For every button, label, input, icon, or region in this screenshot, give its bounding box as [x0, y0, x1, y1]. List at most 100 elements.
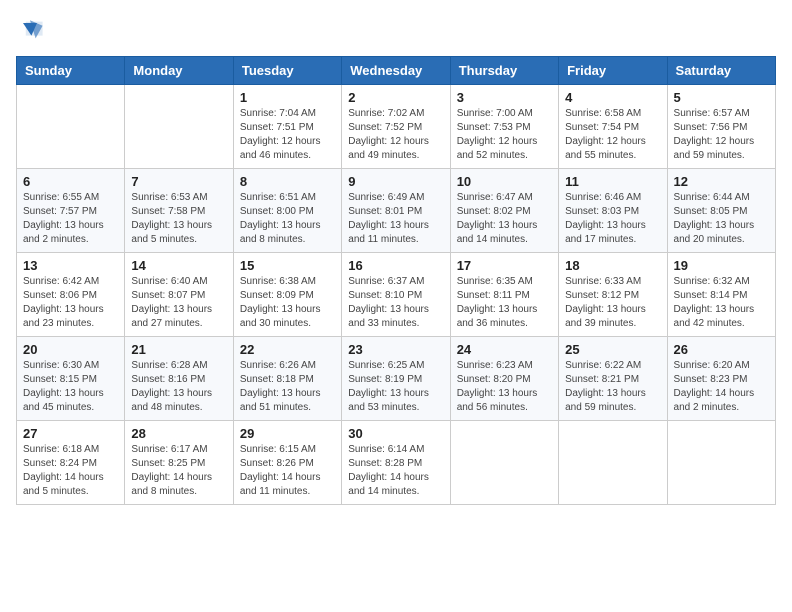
calendar-header-row: SundayMondayTuesdayWednesdayThursdayFrid… — [17, 57, 776, 85]
day-number: 21 — [131, 342, 226, 357]
calendar-cell: 8 Sunrise: 6:51 AM Sunset: 8:00 PM Daylig… — [233, 169, 341, 253]
day-info: Sunrise: 6:28 AM Sunset: 8:16 PM Dayligh… — [131, 359, 226, 415]
calendar-day-header: Friday — [559, 57, 667, 85]
day-info: Sunrise: 6:33 AM Sunset: 8:12 PM Dayligh… — [565, 275, 660, 331]
day-number: 12 — [674, 174, 769, 189]
day-number: 19 — [674, 258, 769, 273]
calendar-cell: 5 Sunrise: 6:57 AM Sunset: 7:56 PM Daylig… — [667, 85, 775, 169]
calendar-cell: 23Sunrise: 6:25 AM Sunset: 8:19 PM Dayli… — [342, 337, 450, 421]
day-number: 22 — [240, 342, 335, 357]
calendar-cell: 29Sunrise: 6:15 AM Sunset: 8:26 PM Dayli… — [233, 421, 341, 505]
day-info: Sunrise: 6:23 AM Sunset: 8:20 PM Dayligh… — [457, 359, 552, 415]
calendar-cell: 24 Sunrise: 6:23 AM Sunset: 8:20 PM Dayli… — [450, 337, 558, 421]
day-number: 28 — [131, 426, 226, 441]
calendar-week-row: 1 Sunrise: 7:04 AM Sunset: 7:51 PM Daylig… — [17, 85, 776, 169]
day-info: Sunrise: 6:40 AM Sunset: 8:07 PM Dayligh… — [131, 275, 226, 331]
calendar-week-row: 20 Sunrise: 6:30 AM Sunset: 8:15 PM Dayli… — [17, 337, 776, 421]
day-info: Sunrise: 7:04 AM Sunset: 7:51 PM Dayligh… — [240, 107, 335, 163]
day-number: 3 — [457, 90, 552, 105]
day-number: 6 — [23, 174, 118, 189]
day-number: 20 — [23, 342, 118, 357]
calendar-cell: 1 Sunrise: 7:04 AM Sunset: 7:51 PM Daylig… — [233, 85, 341, 169]
day-number: 16 — [348, 258, 443, 273]
calendar-week-row: 27 Sunrise: 6:18 AM Sunset: 8:24 PM Dayli… — [17, 421, 776, 505]
calendar-cell: 12 Sunrise: 6:44 AM Sunset: 8:05 PM Dayli… — [667, 169, 775, 253]
calendar-cell: 3 Sunrise: 7:00 AM Sunset: 7:53 PM Daylig… — [450, 85, 558, 169]
calendar-cell — [559, 421, 667, 505]
day-info: Sunrise: 6:18 AM Sunset: 8:24 PM Dayligh… — [23, 443, 118, 499]
page-header — [16, 16, 776, 44]
day-number: 1 — [240, 90, 335, 105]
calendar-cell: 9 Sunrise: 6:49 AM Sunset: 8:01 PM Daylig… — [342, 169, 450, 253]
calendar-cell: 26 Sunrise: 6:20 AM Sunset: 8:23 PM Dayli… — [667, 337, 775, 421]
calendar-cell: 19 Sunrise: 6:32 AM Sunset: 8:14 PM Dayli… — [667, 253, 775, 337]
day-info: Sunrise: 6:20 AM Sunset: 8:23 PM Dayligh… — [674, 359, 769, 415]
calendar-cell — [17, 85, 125, 169]
calendar-cell: 20 Sunrise: 6:30 AM Sunset: 8:15 PM Dayli… — [17, 337, 125, 421]
day-info: Sunrise: 6:17 AM Sunset: 8:25 PM Dayligh… — [131, 443, 226, 499]
calendar-cell — [125, 85, 233, 169]
day-number: 11 — [565, 174, 660, 189]
day-info: Sunrise: 6:46 AM Sunset: 8:03 PM Dayligh… — [565, 191, 660, 247]
day-info: Sunrise: 6:47 AM Sunset: 8:02 PM Dayligh… — [457, 191, 552, 247]
calendar-day-header: Monday — [125, 57, 233, 85]
calendar-day-header: Sunday — [17, 57, 125, 85]
day-info: Sunrise: 6:32 AM Sunset: 8:14 PM Dayligh… — [674, 275, 769, 331]
day-number: 9 — [348, 174, 443, 189]
day-info: Sunrise: 7:02 AM Sunset: 7:52 PM Dayligh… — [348, 107, 443, 163]
logo-icon — [16, 16, 44, 44]
day-info: Sunrise: 6:38 AM Sunset: 8:09 PM Dayligh… — [240, 275, 335, 331]
calendar-week-row: 13Sunrise: 6:42 AM Sunset: 8:06 PM Dayli… — [17, 253, 776, 337]
calendar-cell: 10 Sunrise: 6:47 AM Sunset: 8:02 PM Dayli… — [450, 169, 558, 253]
day-number: 15 — [240, 258, 335, 273]
calendar-cell: 7Sunrise: 6:53 AM Sunset: 7:58 PM Daylig… — [125, 169, 233, 253]
calendar-cell — [450, 421, 558, 505]
day-info: Sunrise: 6:15 AM Sunset: 8:26 PM Dayligh… — [240, 443, 335, 499]
calendar-cell: 14 Sunrise: 6:40 AM Sunset: 8:07 PM Dayli… — [125, 253, 233, 337]
day-info: Sunrise: 6:49 AM Sunset: 8:01 PM Dayligh… — [348, 191, 443, 247]
day-info: Sunrise: 6:37 AM Sunset: 8:10 PM Dayligh… — [348, 275, 443, 331]
day-info: Sunrise: 6:35 AM Sunset: 8:11 PM Dayligh… — [457, 275, 552, 331]
day-number: 25 — [565, 342, 660, 357]
day-info: Sunrise: 6:42 AM Sunset: 8:06 PM Dayligh… — [23, 275, 118, 331]
day-info: Sunrise: 6:57 AM Sunset: 7:56 PM Dayligh… — [674, 107, 769, 163]
calendar-cell — [667, 421, 775, 505]
calendar-cell: 13Sunrise: 6:42 AM Sunset: 8:06 PM Dayli… — [17, 253, 125, 337]
day-info: Sunrise: 6:44 AM Sunset: 8:05 PM Dayligh… — [674, 191, 769, 247]
day-number: 18 — [565, 258, 660, 273]
day-number: 24 — [457, 342, 552, 357]
calendar-cell: 15 Sunrise: 6:38 AM Sunset: 8:09 PM Dayli… — [233, 253, 341, 337]
day-info: Sunrise: 6:58 AM Sunset: 7:54 PM Dayligh… — [565, 107, 660, 163]
calendar-cell: 16 Sunrise: 6:37 AM Sunset: 8:10 PM Dayli… — [342, 253, 450, 337]
calendar-cell: 25 Sunrise: 6:22 AM Sunset: 8:21 PM Dayli… — [559, 337, 667, 421]
day-info: Sunrise: 7:00 AM Sunset: 7:53 PM Dayligh… — [457, 107, 552, 163]
calendar-week-row: 6 Sunrise: 6:55 AM Sunset: 7:57 PM Daylig… — [17, 169, 776, 253]
calendar-cell: 22Sunrise: 6:26 AM Sunset: 8:18 PM Dayli… — [233, 337, 341, 421]
calendar-cell: 17 Sunrise: 6:35 AM Sunset: 8:11 PM Dayli… — [450, 253, 558, 337]
calendar-day-header: Thursday — [450, 57, 558, 85]
day-number: 27 — [23, 426, 118, 441]
calendar-cell: 28 Sunrise: 6:17 AM Sunset: 8:25 PM Dayli… — [125, 421, 233, 505]
day-number: 10 — [457, 174, 552, 189]
calendar-cell: 2 Sunrise: 7:02 AM Sunset: 7:52 PM Daylig… — [342, 85, 450, 169]
calendar-cell: 21 Sunrise: 6:28 AM Sunset: 8:16 PM Dayli… — [125, 337, 233, 421]
calendar-cell: 11 Sunrise: 6:46 AM Sunset: 8:03 PM Dayli… — [559, 169, 667, 253]
calendar-cell: 4 Sunrise: 6:58 AM Sunset: 7:54 PM Daylig… — [559, 85, 667, 169]
day-number: 30 — [348, 426, 443, 441]
day-number: 17 — [457, 258, 552, 273]
calendar-cell: 30Sunrise: 6:14 AM Sunset: 8:28 PM Dayli… — [342, 421, 450, 505]
day-number: 26 — [674, 342, 769, 357]
day-number: 8 — [240, 174, 335, 189]
calendar-cell: 6 Sunrise: 6:55 AM Sunset: 7:57 PM Daylig… — [17, 169, 125, 253]
day-number: 2 — [348, 90, 443, 105]
day-info: Sunrise: 6:55 AM Sunset: 7:57 PM Dayligh… — [23, 191, 118, 247]
calendar-cell: 27 Sunrise: 6:18 AM Sunset: 8:24 PM Dayli… — [17, 421, 125, 505]
day-info: Sunrise: 6:51 AM Sunset: 8:00 PM Dayligh… — [240, 191, 335, 247]
day-number: 4 — [565, 90, 660, 105]
day-info: Sunrise: 6:22 AM Sunset: 8:21 PM Dayligh… — [565, 359, 660, 415]
logo — [16, 16, 48, 44]
day-number: 14 — [131, 258, 226, 273]
calendar-day-header: Wednesday — [342, 57, 450, 85]
day-info: Sunrise: 6:30 AM Sunset: 8:15 PM Dayligh… — [23, 359, 118, 415]
day-number: 5 — [674, 90, 769, 105]
